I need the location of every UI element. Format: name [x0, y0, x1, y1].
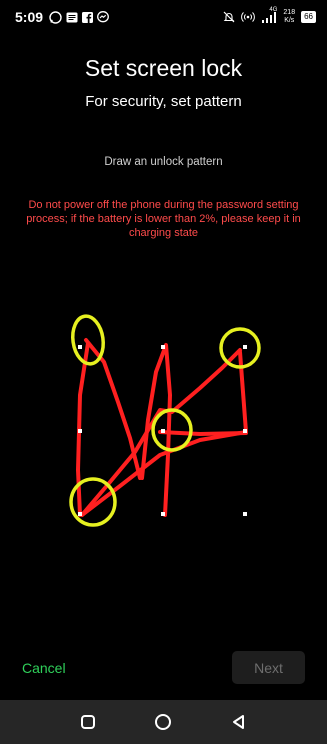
pattern-dot-4 — [78, 429, 82, 433]
navigation-bar — [0, 700, 327, 744]
pattern-dot-1 — [78, 345, 82, 349]
pattern-dot-2 — [161, 345, 165, 349]
next-button[interactable]: Next — [232, 651, 305, 684]
home-icon — [155, 714, 172, 730]
pattern-dot-8 — [161, 512, 165, 516]
back-icon — [233, 715, 245, 729]
pattern-dot-3 — [243, 345, 247, 349]
pattern-pad[interactable] — [0, 0, 327, 744]
recents-button[interactable] — [73, 707, 103, 737]
highlight-circle-center — [151, 408, 193, 452]
pattern-dot-9 — [243, 512, 247, 516]
back-button[interactable] — [224, 707, 254, 737]
pattern-dot-5 — [161, 429, 165, 433]
home-button[interactable] — [148, 707, 178, 737]
pattern-dot-6 — [243, 429, 247, 433]
stroke-6 — [158, 430, 248, 436]
pattern-dot-7 — [78, 512, 82, 516]
cancel-button[interactable]: Cancel — [14, 652, 74, 684]
recents-icon — [80, 715, 95, 729]
pattern-strokes — [76, 338, 248, 517]
